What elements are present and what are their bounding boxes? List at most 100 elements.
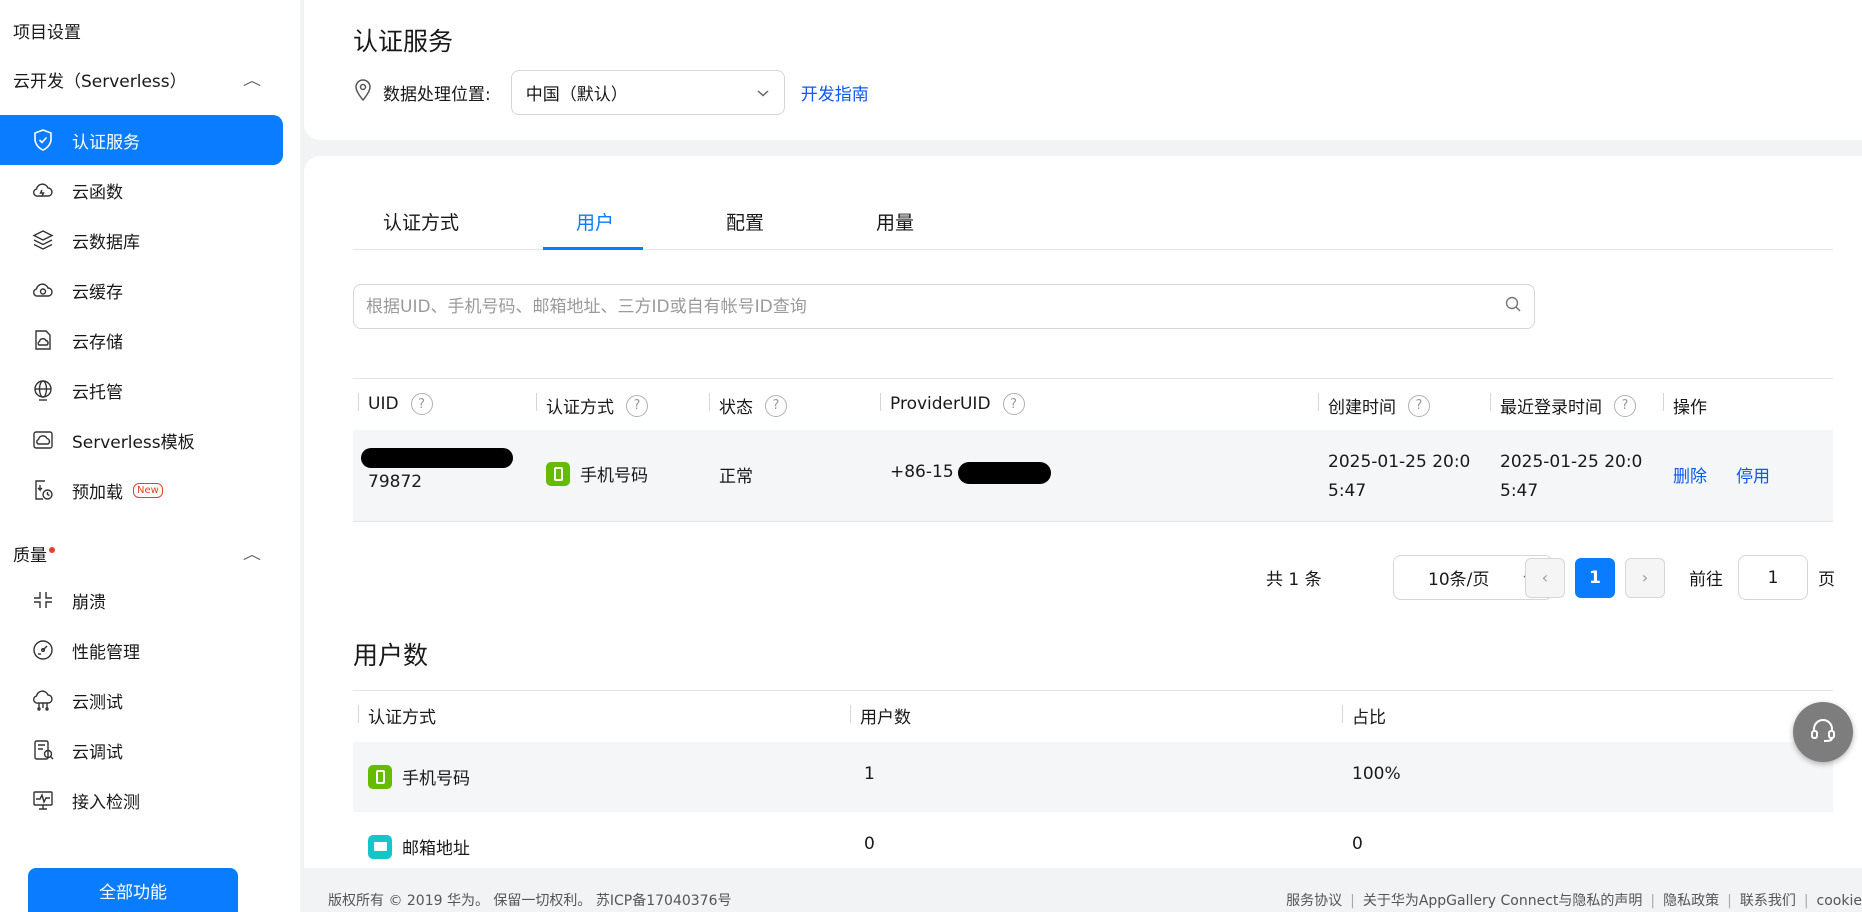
sidebar-item-cloud-storage[interactable]: 云存储: [0, 315, 283, 365]
table-row: 79872 手机号码 正常 +86-15 2025-01-25 20:0 5:4…: [353, 430, 1833, 522]
count-cell: 1: [864, 764, 875, 784]
terms-link[interactable]: 服务协议: [1286, 893, 1342, 909]
serverless-group-label: 云开发（Serverless）: [13, 72, 187, 92]
sidebar-item-label: 云缓存: [72, 282, 123, 303]
help-icon[interactable]: ?: [410, 393, 433, 415]
tab-usage[interactable]: 用量: [876, 208, 914, 235]
serverless-group-header[interactable]: 云开发（Serverless） ︿: [13, 67, 261, 92]
customer-service-button[interactable]: [1793, 702, 1853, 762]
sidebar-item-crash[interactable]: 崩溃: [0, 575, 283, 625]
contact-us-link[interactable]: 联系我们: [1740, 893, 1796, 909]
privacy-policy-link[interactable]: 隐私政策: [1663, 893, 1719, 909]
col-label: 最近登录时间: [1500, 398, 1602, 418]
goto-page-input[interactable]: 1: [1738, 555, 1808, 600]
provider-uid-prefix: +86-15: [890, 462, 954, 482]
redacted-provider-uid: [958, 462, 1051, 484]
globe-icon: [30, 377, 56, 403]
sidebar-item-auth-service[interactable]: 认证服务: [0, 115, 283, 165]
cookie-link[interactable]: cookie: [1817, 893, 1862, 909]
prev-page-button[interactable]: ‹: [1525, 557, 1565, 598]
all-features-button[interactable]: 全部功能: [28, 868, 238, 912]
created-time-cell: 2025-01-25 20:0 5:47: [1328, 448, 1470, 506]
goto-label: 前往: [1689, 570, 1723, 590]
data-location-row: 数据处理位置: 中国（默认） 开发指南: [353, 70, 869, 115]
user-count-title: 用户数: [353, 641, 429, 670]
users-table-header: UID? 认证方式? 状态? ProviderUID? 创建时间? 最近登录时间…: [353, 378, 1833, 428]
sidebar-item-label: 云数据库: [72, 232, 140, 253]
tab-users[interactable]: 用户: [576, 208, 614, 235]
user-count-table-header: 认证方式 用户数 占比: [353, 690, 1833, 736]
last-login-line: 5:47: [1500, 481, 1539, 501]
method-cell: 邮箱地址: [368, 834, 470, 859]
chevron-down-icon: [756, 83, 770, 103]
project-settings-link[interactable]: 项目设置: [13, 18, 81, 43]
sidebar-item-cloud-debug[interactable]: 云调试: [0, 725, 283, 775]
tab-bar: 认证方式 用户 配置 用量: [353, 198, 1833, 250]
help-icon[interactable]: ?: [1614, 394, 1636, 417]
quality-group-text: 质量: [13, 546, 47, 566]
chevron-up-icon[interactable]: ︿: [243, 544, 261, 564]
col-label: 操作: [1673, 398, 1707, 418]
ratio-cell: 0: [1352, 834, 1363, 854]
method-label: 手机号码: [402, 769, 470, 789]
sidebar-item-label: 接入检测: [72, 792, 140, 813]
col-label: UID: [368, 394, 399, 414]
cloud-debug-icon: [30, 737, 56, 763]
privacy-statement-link[interactable]: 关于华为AppGallery Connect与隐私的声明: [1363, 893, 1643, 909]
tab-config[interactable]: 配置: [726, 208, 764, 235]
footer: 版权所有 © 2019 华为。 保留一切权利。 苏ICP备17040376号 服…: [328, 890, 1862, 912]
cloud-storage-icon: [30, 327, 56, 353]
table-row: 邮箱地址 0 0: [353, 812, 1833, 882]
help-icon[interactable]: ?: [1408, 394, 1430, 417]
col-label: 状态: [719, 398, 753, 418]
page-1-button[interactable]: 1: [1575, 557, 1615, 598]
sidebar-item-cloud-database[interactable]: 云数据库: [0, 215, 283, 265]
help-icon[interactable]: ?: [1002, 393, 1025, 415]
search-icon[interactable]: [1504, 295, 1522, 318]
col-user-count: 用户数: [850, 703, 911, 728]
quality-group-header[interactable]: 质量 ︿: [13, 541, 261, 566]
chevron-up-icon[interactable]: ︿: [243, 70, 261, 90]
sidebar-item-cloud-test[interactable]: 云测试: [0, 675, 283, 725]
col-status: 状态?: [709, 393, 787, 418]
pagination: 共 1 条 10条/页 ‹ 1 › 前往 1 页: [353, 555, 1835, 600]
region-select[interactable]: 中国（默认）: [510, 70, 785, 115]
disable-user-link[interactable]: 停用: [1736, 462, 1770, 487]
sidebar-item-cloud-cache[interactable]: 云缓存: [0, 265, 283, 315]
header-card: 认证服务 数据处理位置: 中国（默认） 开发指南: [304, 0, 1862, 140]
preload-clock-icon: [30, 477, 56, 503]
page-title: 认证服务: [353, 27, 454, 56]
user-search-box: [353, 284, 1535, 329]
dev-guide-link[interactable]: 开发指南: [801, 80, 869, 105]
headset-icon: [1808, 715, 1838, 750]
sidebar-item-cloud-hosting[interactable]: 云托管: [0, 365, 283, 415]
sidebar-item-label: 崩溃: [72, 592, 106, 613]
last-login-line: 2025-01-25 20:0: [1500, 452, 1643, 472]
help-icon[interactable]: ?: [626, 394, 648, 417]
quality-group-label: 质量: [13, 541, 55, 566]
delete-user-link[interactable]: 删除: [1673, 462, 1707, 487]
sidebar-item-label: 云调试: [72, 742, 123, 763]
sidebar-item-performance[interactable]: 性能管理: [0, 625, 283, 675]
phone-icon: [546, 461, 570, 486]
active-tab-indicator: [543, 247, 643, 250]
page-unit-label: 页: [1818, 570, 1835, 590]
next-page-button[interactable]: ›: [1625, 557, 1665, 598]
col-ratio: 占比: [1342, 703, 1386, 728]
col-created-time: 创建时间?: [1318, 393, 1430, 418]
sidebar-item-label: Serverless模板: [72, 432, 195, 453]
sidebar-item-preload[interactable]: 预加载 New: [0, 465, 283, 515]
sidebar-item-cloud-functions[interactable]: 云函数: [0, 165, 283, 215]
method-cell: 手机号码: [368, 764, 470, 789]
cloud-template-icon: [30, 427, 56, 453]
user-search-input[interactable]: [366, 296, 1504, 317]
region-select-value: 中国（默认）: [525, 85, 628, 105]
tab-auth-methods[interactable]: 认证方式: [383, 208, 459, 235]
sidebar-item-serverless-template[interactable]: Serverless模板: [0, 415, 283, 465]
sidebar-item-access-check[interactable]: 接入检测: [0, 775, 283, 825]
footer-links: 服务协议 | 关于华为AppGallery Connect与隐私的声明 | 隐私政策 | 联…: [1286, 893, 1862, 909]
sidebar-item-label: 云函数: [72, 182, 123, 203]
help-icon[interactable]: ?: [765, 394, 787, 417]
created-time-line: 2025-01-25 20:0: [1328, 452, 1471, 472]
count-cell: 0: [864, 834, 875, 854]
